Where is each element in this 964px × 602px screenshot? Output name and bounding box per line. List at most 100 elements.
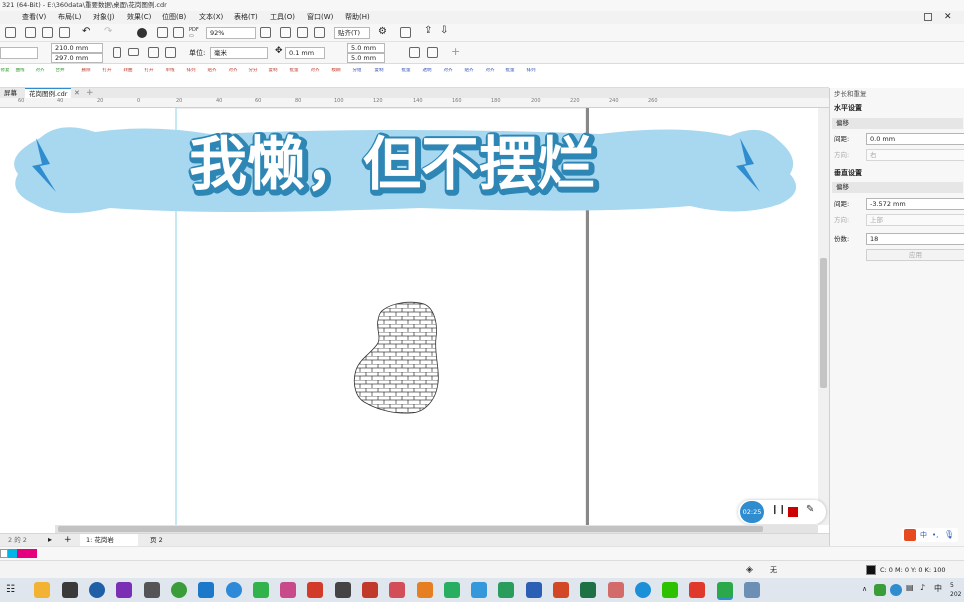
macro-button[interactable]: 对齐 (33, 68, 47, 74)
ime-tray-label[interactable]: 中 (934, 583, 942, 594)
macro-button[interactable]: 打开 (142, 68, 156, 74)
add-page-icon[interactable]: + (64, 534, 72, 546)
page-width-field[interactable]: 210.0 mm (51, 43, 103, 53)
menu-window[interactable]: 窗口(W) (307, 12, 333, 23)
menu-bitmap[interactable]: 位图(B) (162, 12, 186, 23)
rulers-icon[interactable] (280, 27, 291, 38)
menu-text[interactable]: 文本(X) (199, 12, 223, 23)
pause-icon[interactable]: ❙❙ (771, 505, 786, 515)
clock[interactable]: 5 202 (950, 581, 961, 599)
close-icon[interactable]: ✕ (944, 12, 952, 22)
paper-size-dropdown[interactable] (0, 47, 38, 59)
app-icon[interactable] (171, 582, 187, 598)
macro-button[interactable]: 修复 (0, 68, 12, 74)
punctuation-icon[interactable]: •, (932, 528, 938, 542)
current-page-icon[interactable] (165, 47, 176, 58)
sogou-icon[interactable] (904, 529, 916, 541)
cut-icon[interactable] (25, 27, 36, 38)
macro-button[interactable]: 删除 (79, 68, 93, 74)
coreldraw-icon[interactable] (717, 582, 733, 598)
macro-button[interactable]: 单线 (163, 68, 177, 74)
macro-button[interactable]: 批量 (287, 68, 301, 74)
macro-button[interactable]: 对齐 (441, 68, 455, 74)
app-icon[interactable] (253, 582, 269, 598)
macro-button[interactable]: 复制 (372, 68, 386, 74)
menu-help[interactable]: 帮助(H) (345, 12, 370, 23)
print-icon[interactable] (5, 27, 16, 38)
zoom-level[interactable]: 92% (206, 27, 256, 39)
close-tab-icon[interactable]: ✕ (74, 88, 80, 98)
horizontal-direction-dropdown[interactable]: 右 (866, 149, 964, 161)
app-icon[interactable] (498, 582, 514, 598)
horizontal-distance-field[interactable]: 0.0 mm (866, 133, 964, 145)
macro-button[interactable]: 模糊 (329, 68, 343, 74)
copy-icon[interactable] (42, 27, 53, 38)
macro-button[interactable]: 曲线 (13, 68, 27, 74)
portrait-icon[interactable] (113, 47, 121, 58)
menu-table[interactable]: 表格(T) (234, 12, 258, 23)
app-icon[interactable] (389, 582, 405, 598)
upload-icon[interactable]: ⇪ (424, 25, 432, 36)
stop-icon[interactable] (788, 507, 798, 517)
magenta-swatch[interactable] (17, 549, 37, 558)
cyan-swatch[interactable] (8, 549, 17, 558)
search-icon[interactable] (34, 582, 50, 598)
app-icon[interactable] (198, 582, 214, 598)
macro-button[interactable]: 打开 (100, 68, 114, 74)
menu-layout[interactable]: 布局(L) (58, 12, 81, 23)
task-view-icon[interactable]: ☷ (6, 584, 15, 595)
vertical-distance-field[interactable]: -3.572 mm (866, 198, 964, 210)
macro-button[interactable]: 合并 (53, 68, 67, 74)
macro-button[interactable]: 转曲 (121, 68, 135, 74)
duplicate-y-field[interactable]: 5.0 mm (347, 53, 385, 63)
app-icon[interactable] (116, 582, 132, 598)
volume-icon[interactable]: ♪ (920, 583, 925, 592)
edit-page-size-icon[interactable] (409, 47, 420, 58)
export-icon[interactable] (173, 27, 184, 38)
excel-icon[interactable] (580, 582, 596, 598)
macro-button[interactable]: 排列 (524, 68, 538, 74)
word-icon[interactable] (526, 582, 542, 598)
macro-button[interactable]: 贴齐 (205, 68, 219, 74)
tab-document[interactable]: 花岗图例.cdr (25, 88, 72, 98)
app-icon[interactable] (335, 582, 351, 598)
network-icon[interactable]: ▤ (906, 583, 914, 592)
macro-button[interactable]: 分组 (350, 68, 364, 74)
macro-button[interactable]: 对齐 (483, 68, 497, 74)
app-icon[interactable] (226, 582, 242, 598)
grid-icon[interactable] (297, 27, 308, 38)
tray-app-icon[interactable] (874, 584, 886, 596)
add-icon[interactable]: + (451, 45, 460, 58)
wps-icon[interactable] (689, 582, 705, 598)
guidelines-icon[interactable] (314, 27, 325, 38)
tab-page-1[interactable]: 1: 花岗岩 (80, 534, 138, 546)
launcher-icon[interactable] (400, 27, 411, 38)
menu-view[interactable]: 查看(V) (22, 12, 46, 23)
vertical-settings-header[interactable]: 垂直设置 (834, 168, 862, 179)
macro-button[interactable]: 对齐 (226, 68, 240, 74)
menu-tools[interactable]: 工具(O) (270, 12, 295, 23)
app-icon[interactable] (280, 582, 296, 598)
macro-button[interactable]: 对齐 (308, 68, 322, 74)
tray-app-icon[interactable] (890, 584, 902, 596)
macro-button[interactable]: 贴齐 (462, 68, 476, 74)
macro-button[interactable]: 透明 (420, 68, 434, 74)
macro-button[interactable]: 批量 (503, 68, 517, 74)
apply-button[interactable]: 应用 (866, 249, 964, 261)
wechat-icon[interactable] (662, 582, 678, 598)
app-icon[interactable] (444, 582, 460, 598)
browser-icon[interactable] (89, 582, 105, 598)
undo-icon[interactable]: ↶ (82, 26, 90, 37)
app-icon[interactable] (144, 582, 160, 598)
horizontal-scroll-thumb[interactable] (58, 526, 763, 532)
powerpoint-icon[interactable] (553, 582, 569, 598)
vertical-scroll-thumb[interactable] (820, 258, 827, 388)
ime-mode[interactable]: 中 (920, 528, 927, 542)
download-icon[interactable]: ⇩ (440, 25, 448, 36)
pen-icon[interactable]: ✎ (806, 504, 814, 515)
calculator-icon[interactable] (62, 582, 78, 598)
duplicate-x-field[interactable]: 5.0 mm (347, 43, 385, 53)
import-icon[interactable] (157, 27, 168, 38)
copies-field[interactable]: 18 (866, 233, 964, 245)
edge-icon[interactable] (635, 582, 651, 598)
